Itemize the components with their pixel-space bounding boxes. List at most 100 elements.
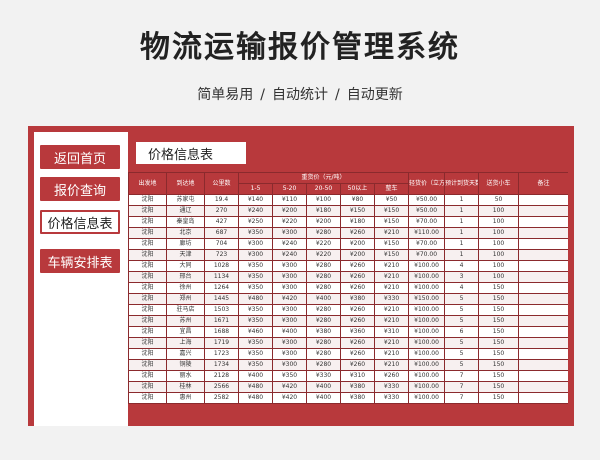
table-cell: 沈阳: [128, 348, 167, 360]
table-cell: ¥100.00: [408, 359, 446, 371]
table-row: 沈阳 桂林 2566 ¥480 ¥420 ¥400 ¥380 ¥330 ¥100.00 7 150: [128, 381, 568, 393]
table-cell: [518, 392, 568, 404]
table-cell: 沈阳: [128, 205, 167, 217]
table-cell: ¥180: [340, 216, 375, 228]
table-row: 沈阳 上海 1719 ¥350 ¥300 ¥280 ¥260 ¥210 ¥100.00 5 150: [128, 337, 568, 349]
table-cell: ¥300: [272, 359, 307, 371]
table-cell: 704: [204, 238, 239, 250]
table-cell: ¥300: [238, 238, 273, 250]
table-cell: ¥360: [340, 326, 375, 338]
col-subheader: 整车: [373, 183, 410, 195]
table-cell: ¥280: [306, 271, 341, 283]
table-cell: [518, 293, 568, 305]
table-cell: 沈阳: [128, 293, 167, 305]
table-cell: ¥150: [373, 249, 410, 261]
subtitle-separator: /: [335, 87, 340, 103]
table-cell: 1503: [204, 304, 239, 316]
table-cell: ¥70.00: [408, 249, 446, 261]
table-cell: 1134: [204, 271, 239, 283]
table-cell: ¥50.00: [408, 205, 446, 217]
table-cell: [518, 370, 568, 382]
table-cell: ¥200: [272, 205, 307, 217]
table-cell: 100: [478, 260, 520, 272]
table-row: 沈阳 邢台 1134 ¥350 ¥300 ¥280 ¥260 ¥210 ¥100.00 3 100: [128, 271, 568, 283]
nav-price-table-button[interactable]: 价格信息表: [40, 210, 120, 234]
table-cell: 100: [478, 271, 520, 283]
table-cell: ¥100.00: [408, 282, 446, 294]
table-cell: [518, 282, 568, 294]
table-cell: ¥300: [272, 260, 307, 272]
table-cell: 沈阳: [128, 381, 167, 393]
table-cell: ¥420: [272, 381, 307, 393]
table-cell: 北京: [166, 227, 205, 239]
table-cell: ¥220: [272, 216, 307, 228]
table-cell: ¥240: [272, 249, 307, 261]
col-header-heavy-price: 重货价（元/吨）: [237, 172, 410, 184]
table-cell: ¥70.00: [408, 216, 446, 228]
table-cell: 100: [478, 205, 520, 217]
table-cell: ¥310: [340, 370, 375, 382]
table-cell: 沈阳: [128, 271, 167, 283]
table-cell: ¥220: [306, 249, 341, 261]
table-row: 沈阳 廊坊 704 ¥300 ¥240 ¥220 ¥200 ¥150 ¥70.00 1 100: [128, 238, 568, 250]
table-cell: ¥150: [373, 216, 410, 228]
subtitle-item: 自动更新: [346, 87, 403, 103]
page-subtitle: 简单易用 / 自动统计 / 自动更新: [0, 84, 600, 104]
table-cell: ¥100.00: [408, 337, 446, 349]
table-cell: 2582: [204, 392, 239, 404]
table-cell: ¥300: [238, 249, 273, 261]
table-cell: 苏州: [166, 315, 205, 327]
col-subheader: 50以上: [340, 183, 375, 195]
table-cell: ¥220: [306, 238, 341, 250]
table-cell: ¥280: [306, 348, 341, 360]
table-cell: ¥310: [373, 326, 410, 338]
table-cell: 19.4: [204, 194, 239, 206]
table-cell: ¥330: [306, 370, 341, 382]
table-cell: 1723: [204, 348, 239, 360]
table-row: 沈阳 嘉兴 1723 ¥350 ¥300 ¥280 ¥260 ¥210 ¥100.00 5 150: [128, 348, 568, 360]
table-cell: ¥210: [373, 282, 410, 294]
table-cell: ¥260: [340, 359, 375, 371]
table-cell: 大同: [166, 260, 205, 272]
table-cell: [518, 260, 568, 272]
nav-quote-query-button[interactable]: 报价查询: [40, 177, 120, 201]
table-cell: ¥480: [238, 381, 273, 393]
table-cell: ¥350: [238, 348, 273, 360]
table-cell: 270: [204, 205, 239, 217]
table-cell: ¥240: [272, 238, 307, 250]
table-cell: ¥70.00: [408, 238, 446, 250]
table-cell: 铜陵: [166, 359, 205, 371]
table-cell: ¥350: [238, 282, 273, 294]
nav-vehicle-schedule-button[interactable]: 车辆安排表: [40, 249, 120, 273]
table-cell: 苏家屯: [166, 194, 205, 206]
table-cell: ¥330: [373, 293, 410, 305]
table-cell: ¥460: [238, 326, 273, 338]
table-cell: 723: [204, 249, 239, 261]
table-cell: ¥210: [373, 315, 410, 327]
table-cell: ¥150.00: [408, 293, 446, 305]
table-cell: ¥260: [373, 370, 410, 382]
table-row: 沈阳 大同 1028 ¥350 ¥300 ¥280 ¥260 ¥210 ¥100.00 4 100: [128, 260, 568, 272]
table-row: 沈阳 铜陵 1734 ¥350 ¥300 ¥280 ¥260 ¥210 ¥100.00 5 150: [128, 359, 568, 371]
table-cell: ¥300: [272, 227, 307, 239]
table-cell: 1445: [204, 293, 239, 305]
table-cell: ¥420: [272, 392, 307, 404]
table-cell: ¥480: [238, 392, 273, 404]
table-cell: 150: [478, 304, 520, 316]
table-cell: ¥380: [340, 381, 375, 393]
table-body: 沈阳 苏家屯 19.4 ¥140 ¥110 ¥100 ¥80 ¥50 ¥50.00 1 50 沈阳 通辽…: [128, 194, 568, 404]
table-cell: [518, 249, 568, 261]
nav-home-button[interactable]: 返回首页: [40, 145, 120, 169]
table-cell: ¥210: [373, 348, 410, 360]
table-cell: 沈阳: [128, 194, 167, 206]
table-cell: ¥260: [340, 304, 375, 316]
table-row: 沈阳 驻马店 1503 ¥350 ¥300 ¥280 ¥260 ¥210 ¥100.00 5 150: [128, 304, 568, 316]
table-cell: 1: [444, 238, 480, 250]
table-cell: ¥300: [272, 315, 307, 327]
table-cell: ¥350: [238, 315, 273, 327]
table-cell: 5: [444, 348, 480, 360]
table-cell: 沈阳: [128, 216, 167, 228]
table-cell: ¥100.00: [408, 260, 446, 272]
table-cell: ¥330: [373, 381, 410, 393]
sheet: 返回首页 报价查询 价格信息表 车辆安排表 价格信息表 出发地 到达地 公里数: [34, 132, 568, 426]
